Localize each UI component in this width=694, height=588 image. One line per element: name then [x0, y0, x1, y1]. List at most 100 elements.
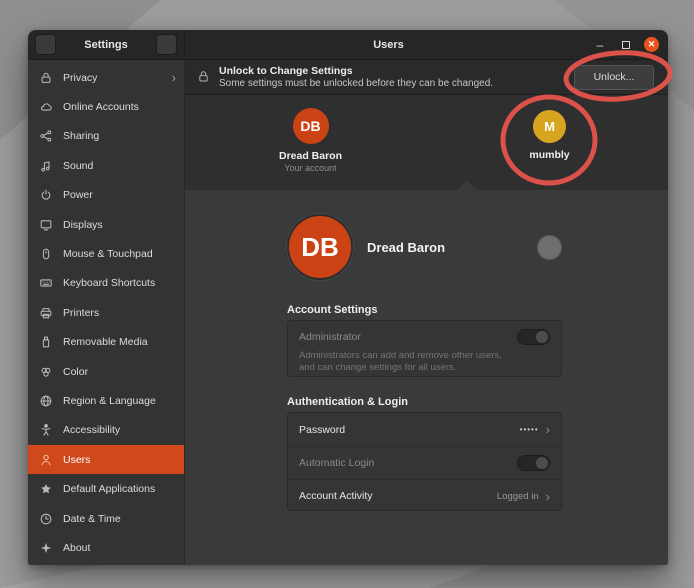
sidebar-item-default-applications[interactable]: Default Applications	[28, 474, 184, 503]
edit-name-button[interactable]	[537, 235, 562, 260]
sidebar-item-sharing[interactable]: Sharing	[28, 122, 184, 151]
unlock-text: Unlock to Change Settings Some settings …	[219, 65, 574, 90]
user-name: Dread Baron	[243, 150, 378, 162]
sidebar-item-label: Users	[63, 454, 176, 466]
sidebar-item-label: Sharing	[63, 130, 176, 142]
minimize-button[interactable]: –	[592, 37, 608, 53]
printer-icon	[38, 305, 53, 320]
users-panel: Unlock to Change Settings Some settings …	[185, 60, 668, 565]
maximize-button[interactable]	[618, 37, 634, 53]
removable-media-icon	[38, 335, 53, 350]
user-detail-panel: DB Dread Baron Account Settings Administ…	[185, 190, 668, 565]
sidebar-item-region-language[interactable]: Region & Language	[28, 386, 184, 415]
profile-row: DB Dread Baron	[287, 213, 562, 281]
user-chip-dread-baron[interactable]: DB Dread BaronYour account	[243, 108, 378, 173]
search-button[interactable]	[35, 34, 56, 55]
account-settings-title: Account Settings	[287, 304, 377, 316]
keyboard-icon	[38, 276, 53, 291]
user-name: mumbly	[482, 149, 617, 161]
sidebar-item-about[interactable]: About	[28, 533, 184, 562]
sidebar-item-label: Default Applications	[63, 483, 176, 495]
sidebar: Privacy › Online Accounts Sharing Sound Power…	[28, 60, 185, 565]
user-subtitle: Your account	[243, 163, 378, 173]
chevron-right-icon: ›	[546, 423, 550, 436]
sidebar-item-label: About	[63, 542, 176, 554]
row-value: •••••	[520, 425, 539, 434]
administrator-row: Administrator	[299, 329, 550, 345]
unlock-button[interactable]: Unlock...	[574, 65, 654, 90]
display-icon	[38, 217, 53, 232]
sidebar-item-sound[interactable]: Sound	[28, 151, 184, 180]
sidebar-item-label: Displays	[63, 219, 176, 231]
sidebar-item-label: Printers	[63, 307, 176, 319]
mouse-icon	[38, 247, 53, 262]
profile-name: Dread Baron	[367, 240, 537, 255]
sidebar-item-power[interactable]: Power	[28, 181, 184, 210]
accessibility-icon	[38, 423, 53, 438]
automatic-login-row[interactable]: Automatic Login	[288, 446, 561, 479]
globe-icon	[38, 393, 53, 408]
administrator-toggle[interactable]	[517, 329, 550, 345]
settings-window: Settings Users – ✕ Privacy › Online Accoun…	[28, 30, 668, 565]
sidebar-item-label: Region & Language	[63, 395, 176, 407]
unlock-subtitle: Some settings must be unlocked before th…	[219, 78, 574, 90]
sidebar-item-label: Power	[63, 189, 176, 201]
unlock-title: Unlock to Change Settings	[219, 65, 574, 78]
music-note-icon	[38, 158, 53, 173]
row-label: Automatic Login	[299, 457, 517, 469]
sidebar-item-label: Color	[63, 366, 176, 378]
sidebar-item-color[interactable]: Color	[28, 357, 184, 386]
window-controls: – ✕	[592, 37, 668, 53]
avatar: M	[533, 110, 566, 143]
row-value: Logged in	[497, 491, 539, 502]
share-icon	[38, 129, 53, 144]
account-activity-row[interactable]: Account ActivityLogged in›	[288, 479, 561, 512]
avatar[interactable]: DB	[287, 214, 353, 280]
close-button[interactable]: ✕	[644, 37, 659, 52]
row-label: Password	[299, 424, 520, 436]
sidebar-item-label: Privacy	[63, 72, 162, 84]
avatar: DB	[293, 108, 329, 144]
sidebar-item-privacy[interactable]: Privacy ›	[28, 63, 184, 92]
administrator-label: Administrator	[299, 331, 361, 343]
sidebar-item-online-accounts[interactable]: Online Accounts	[28, 92, 184, 121]
sidebar-item-label: Accessibility	[63, 424, 176, 436]
sidebar-item-label: Removable Media	[63, 336, 176, 348]
user-icon	[38, 452, 53, 467]
sidebar-item-keyboard-shortcuts[interactable]: Keyboard Shortcuts	[28, 269, 184, 298]
selected-user-notch	[457, 181, 477, 190]
sidebar-item-removable-media[interactable]: Removable Media	[28, 328, 184, 357]
chevron-right-icon: ›	[172, 71, 176, 84]
sidebar-item-mouse-touchpad[interactable]: Mouse & Touchpad	[28, 239, 184, 268]
sidebar-item-displays[interactable]: Displays	[28, 210, 184, 239]
user-chip-mumbly[interactable]: Mmumbly	[482, 110, 617, 161]
page-title: Users	[185, 39, 592, 51]
clock-icon	[38, 511, 53, 526]
star-icon	[38, 482, 53, 497]
sidebar-item-label: Online Accounts	[63, 101, 176, 113]
app-title: Settings	[84, 39, 127, 51]
sidebar-item-label: Mouse & Touchpad	[63, 248, 176, 260]
account-settings-card: Administrator Administrators can add and…	[287, 320, 562, 377]
sidebar-item-label: Date & Time	[63, 513, 176, 525]
unlock-infobar: Unlock to Change Settings Some settings …	[185, 60, 668, 95]
chevron-right-icon: ›	[546, 490, 550, 503]
menu-button[interactable]	[156, 34, 177, 55]
lock-icon	[197, 70, 210, 85]
headerbar: Settings Users – ✕	[28, 30, 668, 60]
power-icon	[38, 188, 53, 203]
user-carousel: DB Dread BaronYour account Mmumbly	[185, 95, 668, 190]
sidebar-item-label: Sound	[63, 160, 176, 172]
sidebar-item-date-time[interactable]: Date & Time	[28, 504, 184, 533]
authentication-title: Authentication & Login	[287, 396, 408, 408]
sidebar-item-accessibility[interactable]: Accessibility	[28, 416, 184, 445]
automatic-login-toggle[interactable]	[517, 455, 550, 471]
sidebar-item-printers[interactable]: Printers	[28, 298, 184, 327]
password-row[interactable]: Password••••• ›	[288, 413, 561, 446]
lock-icon	[38, 70, 53, 85]
sidebar-item-users[interactable]: Users	[28, 445, 184, 474]
toggle-knob	[536, 331, 548, 343]
sparkle-icon	[38, 540, 53, 555]
authentication-card: Password•••••›Automatic LoginAccount Act…	[287, 412, 562, 511]
headerbar-left: Settings	[28, 30, 185, 60]
